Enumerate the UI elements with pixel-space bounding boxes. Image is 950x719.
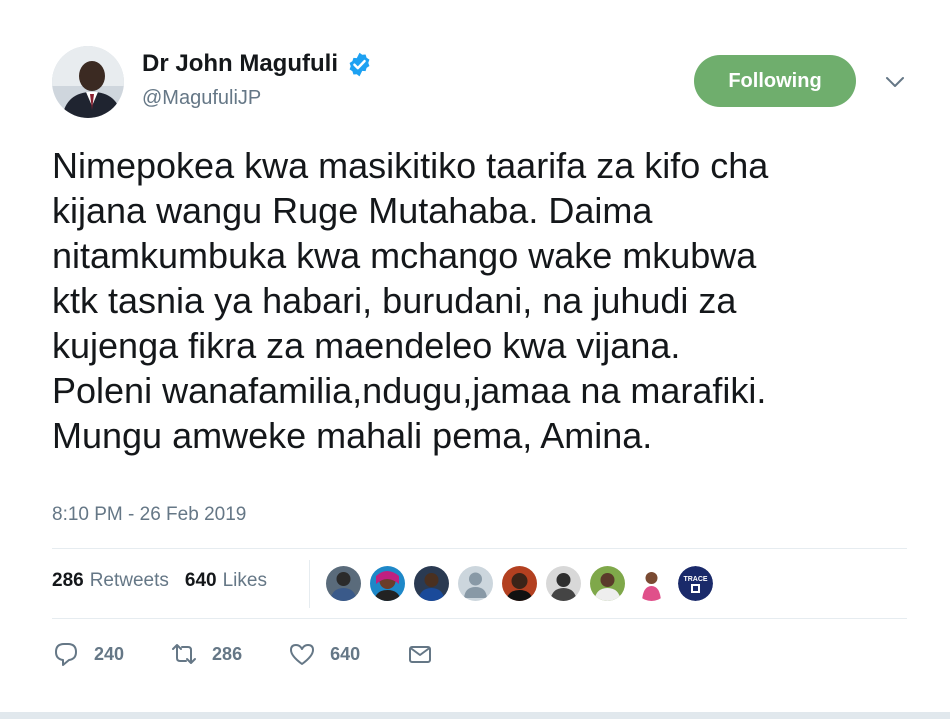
retweets-stat[interactable]: 286 Retweets [52,570,169,592]
liker-avatar[interactable] [634,566,669,601]
liker-avatar[interactable] [370,566,405,601]
tweet-timestamp[interactable]: 8:10 PM - 26 Feb 2019 [52,504,246,526]
divider [52,548,907,549]
display-name-row: Dr John Magufuli [142,50,373,78]
trace-logo-avatar[interactable]: TRACE [678,566,713,601]
retweet-button[interactable]: 286 [170,640,242,668]
following-button[interactable]: Following [694,55,856,107]
likers-avatars: TRACE [326,566,713,601]
display-name[interactable]: Dr John Magufuli [142,50,338,78]
retweets-label: Retweets [89,570,169,591]
profile-avatar[interactable] [52,46,124,118]
verified-badge-icon [346,51,373,78]
user-handle[interactable]: @MagufuliJP [142,87,261,110]
envelope-icon [409,646,432,663]
stats-separator [309,560,310,608]
default-avatar[interactable] [458,566,493,601]
heart-icon [290,644,315,665]
reply-icon [55,643,77,666]
reply-count: 240 [94,643,125,664]
retweet-count: 286 [212,643,243,664]
direct-message-button[interactable] [406,640,448,668]
likes-stat[interactable]: 640 Likes [185,570,267,592]
like-button[interactable]: 640 [288,640,360,668]
retweet-icon [172,644,197,664]
divider [52,618,907,619]
tweet-actions: 240 286 640 [52,640,448,668]
engagement-stats: 286 Retweets 640 Likes [52,570,283,592]
trace-logo-text: TRACE [683,576,707,583]
bottom-border [0,712,950,719]
reply-button[interactable]: 240 [52,640,124,668]
likes-count: 640 [184,570,217,591]
likes-label: Likes [222,570,267,591]
tweet-text: Nimepokea kwa masikitiko taarifa za kifo… [52,145,769,456]
liker-avatar[interactable] [546,566,581,601]
liker-avatar[interactable] [590,566,625,601]
chevron-down-icon[interactable] [883,72,907,92]
liker-avatar[interactable] [502,566,537,601]
liker-avatar[interactable] [326,566,361,601]
profile-photo-image [52,46,124,118]
liker-avatar[interactable] [414,566,449,601]
like-count: 640 [330,643,361,664]
retweets-count: 286 [52,570,84,591]
